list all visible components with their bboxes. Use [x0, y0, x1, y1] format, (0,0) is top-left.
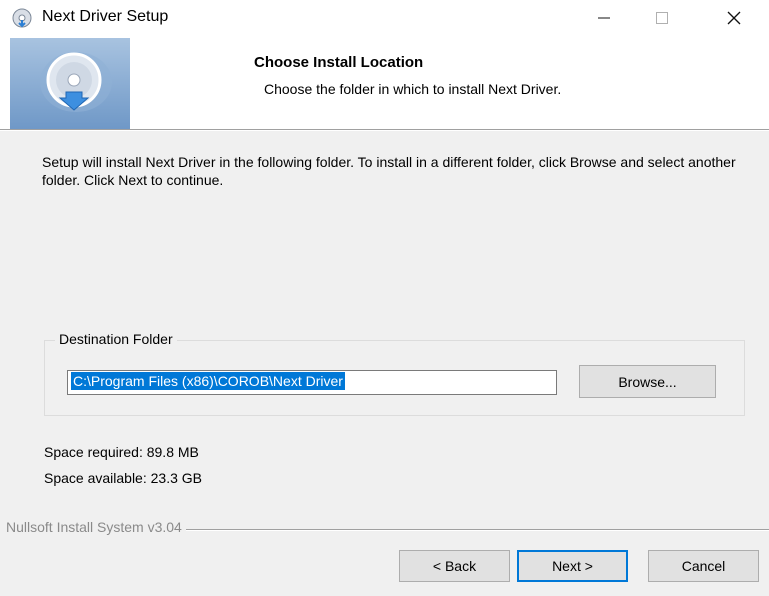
minimize-button[interactable]: [576, 0, 632, 36]
cancel-button[interactable]: Cancel: [648, 550, 759, 582]
branding-text: Nullsoft Install System v3.04: [6, 519, 186, 535]
destination-folder-group: Destination Folder C:\Program Files (x86…: [44, 331, 745, 416]
next-button[interactable]: Next >: [517, 550, 628, 582]
page-title: Choose Install Location: [254, 54, 424, 71]
destination-folder-label: Destination Folder: [55, 331, 177, 347]
wizard-body: Setup will install Next Driver in the fo…: [0, 131, 769, 596]
destination-path-input[interactable]: C:\Program Files (x86)\COROB\Next Driver: [67, 370, 557, 395]
page-subtitle: Choose the folder in which to install Ne…: [264, 81, 562, 97]
window-title: Next Driver Setup: [42, 8, 169, 25]
space-required-text: Space required: 89.8 MB: [44, 444, 199, 460]
close-button[interactable]: [706, 0, 762, 36]
back-button[interactable]: < Back: [399, 550, 510, 582]
install-disc-download-icon: [40, 52, 112, 112]
browse-button[interactable]: Browse...: [579, 365, 716, 398]
intro-text: Setup will install Next Driver in the fo…: [42, 154, 736, 188]
space-available-text: Space available: 23.3 GB: [44, 470, 202, 486]
title-bar: Next Driver Setup: [0, 0, 769, 38]
maximize-icon: [656, 12, 668, 24]
installer-disc-icon: [12, 8, 32, 28]
maximize-button: [634, 0, 690, 36]
header-graphic: [10, 38, 130, 129]
minimize-icon: [598, 17, 610, 19]
destination-path-value: C:\Program Files (x86)\COROB\Next Driver: [71, 372, 345, 390]
wizard-header: Choose Install Location Choose the folde…: [0, 38, 769, 129]
close-icon: [727, 11, 741, 25]
